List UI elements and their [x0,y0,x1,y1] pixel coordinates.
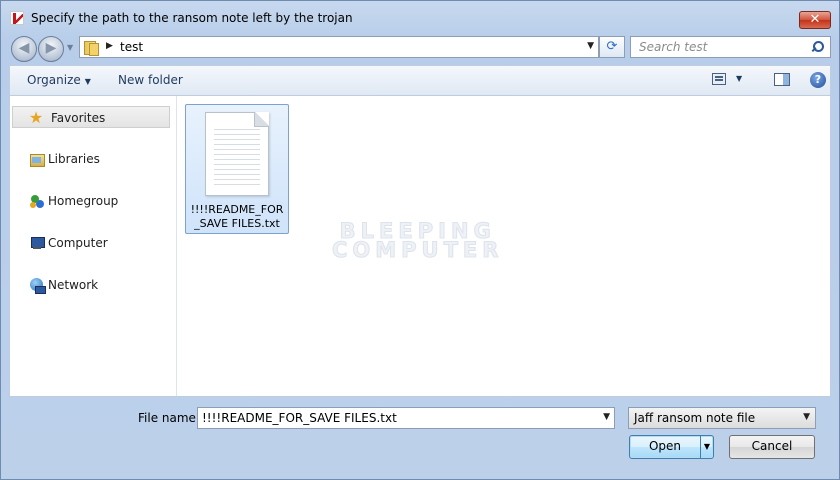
sidebar-item-network[interactable]: Network [10,274,168,296]
change-view-icon[interactable] [712,73,726,85]
view-options-dropdown-icon[interactable]: ▼ [736,74,742,83]
preview-pane-icon[interactable] [774,73,790,86]
folder-icon [84,40,99,56]
content-area: ★ Favorites Libraries Homegroup Computer… [9,95,831,397]
address-dropdown-icon[interactable]: ▼ [587,41,594,51]
sidebar-item-computer[interactable]: Computer [10,232,168,254]
address-bar[interactable]: ▶ test ▼ [79,36,599,58]
file-name-label: !!!!README_FOR_SAVE FILES.txt [190,203,284,230]
navigation-bar: ◀ ▶ ▼ ▶ test ▼ ⟳ Search test [1,33,839,62]
organize-label: Organize [27,73,81,87]
sidebar-item-favorites[interactable]: ★ Favorites [12,106,170,128]
chevron-down-icon: ▼ [84,77,91,86]
back-button[interactable]: ◀ [11,36,37,62]
close-button[interactable]: ✕ [799,11,831,29]
file-name-dropdown-icon[interactable]: ▼ [603,412,610,422]
open-options-dropdown-icon[interactable]: ▼ [700,436,713,458]
command-toolbar: Organize ▼ New folder ▼ ? [9,65,831,95]
organize-menu-button[interactable]: Organize ▼ [27,73,91,87]
search-placeholder: Search test [639,40,708,54]
title-bar[interactable]: Specify the path to the ransom note left… [1,1,839,33]
window-title: Specify the path to the ransom note left… [31,11,353,25]
file-name-label: File name: [138,411,200,425]
watermark-line-2: COMPUTER [331,238,504,262]
forward-button[interactable]: ▶ [38,36,64,62]
sidebar-item-homegroup[interactable]: Homegroup [10,190,168,212]
file-name-input[interactable]: !!!!README_FOR_SAVE FILES.txt ▼ [197,407,615,429]
sidebar-item-label: Network [48,278,99,292]
libraries-icon [29,151,45,167]
search-icon[interactable] [813,41,824,52]
file-type-select[interactable]: Jaff ransom note file ▼ [628,407,816,429]
open-button-label[interactable]: Open [630,436,700,458]
refresh-button[interactable]: ⟳ [599,36,625,58]
text-file-icon [205,112,269,196]
sidebar-item-label: Homegroup [48,194,119,208]
computer-icon [29,235,45,251]
file-item-readme[interactable]: !!!!README_FOR_SAVE FILES.txt [185,104,289,234]
breadcrumb-test[interactable]: test [120,40,143,54]
homegroup-icon [29,193,45,209]
file-open-dialog: Specify the path to the ransom note left… [0,0,840,480]
network-icon [29,277,46,294]
sidebar-item-label: Libraries [48,152,100,166]
sidebar-item-label: Computer [48,236,108,250]
recent-locations-dropdown-icon[interactable]: ▼ [67,43,73,52]
navigation-pane: ★ Favorites Libraries Homegroup Computer… [10,96,177,396]
breadcrumb-arrow-icon[interactable]: ▶ [106,41,113,51]
sidebar-item-label: Favorites [51,111,106,125]
bleepingcomputer-watermark: BLEEPING COMPUTER [331,220,504,262]
sidebar-item-libraries[interactable]: Libraries [10,148,168,170]
search-input[interactable]: Search test [630,36,831,58]
new-folder-button[interactable]: New folder [118,73,183,87]
chevron-down-icon: ▼ [803,412,810,422]
file-type-value: Jaff ransom note file [634,411,756,425]
dialog-footer: File name: !!!!README_FOR_SAVE FILES.txt… [9,397,831,473]
cancel-button[interactable]: Cancel [729,435,815,459]
kaspersky-app-icon [10,11,24,25]
star-icon: ★ [28,108,44,127]
open-button[interactable]: Open ▼ [629,435,714,459]
file-name-value: !!!!README_FOR_SAVE FILES.txt [202,411,397,425]
help-icon[interactable]: ? [810,72,826,88]
